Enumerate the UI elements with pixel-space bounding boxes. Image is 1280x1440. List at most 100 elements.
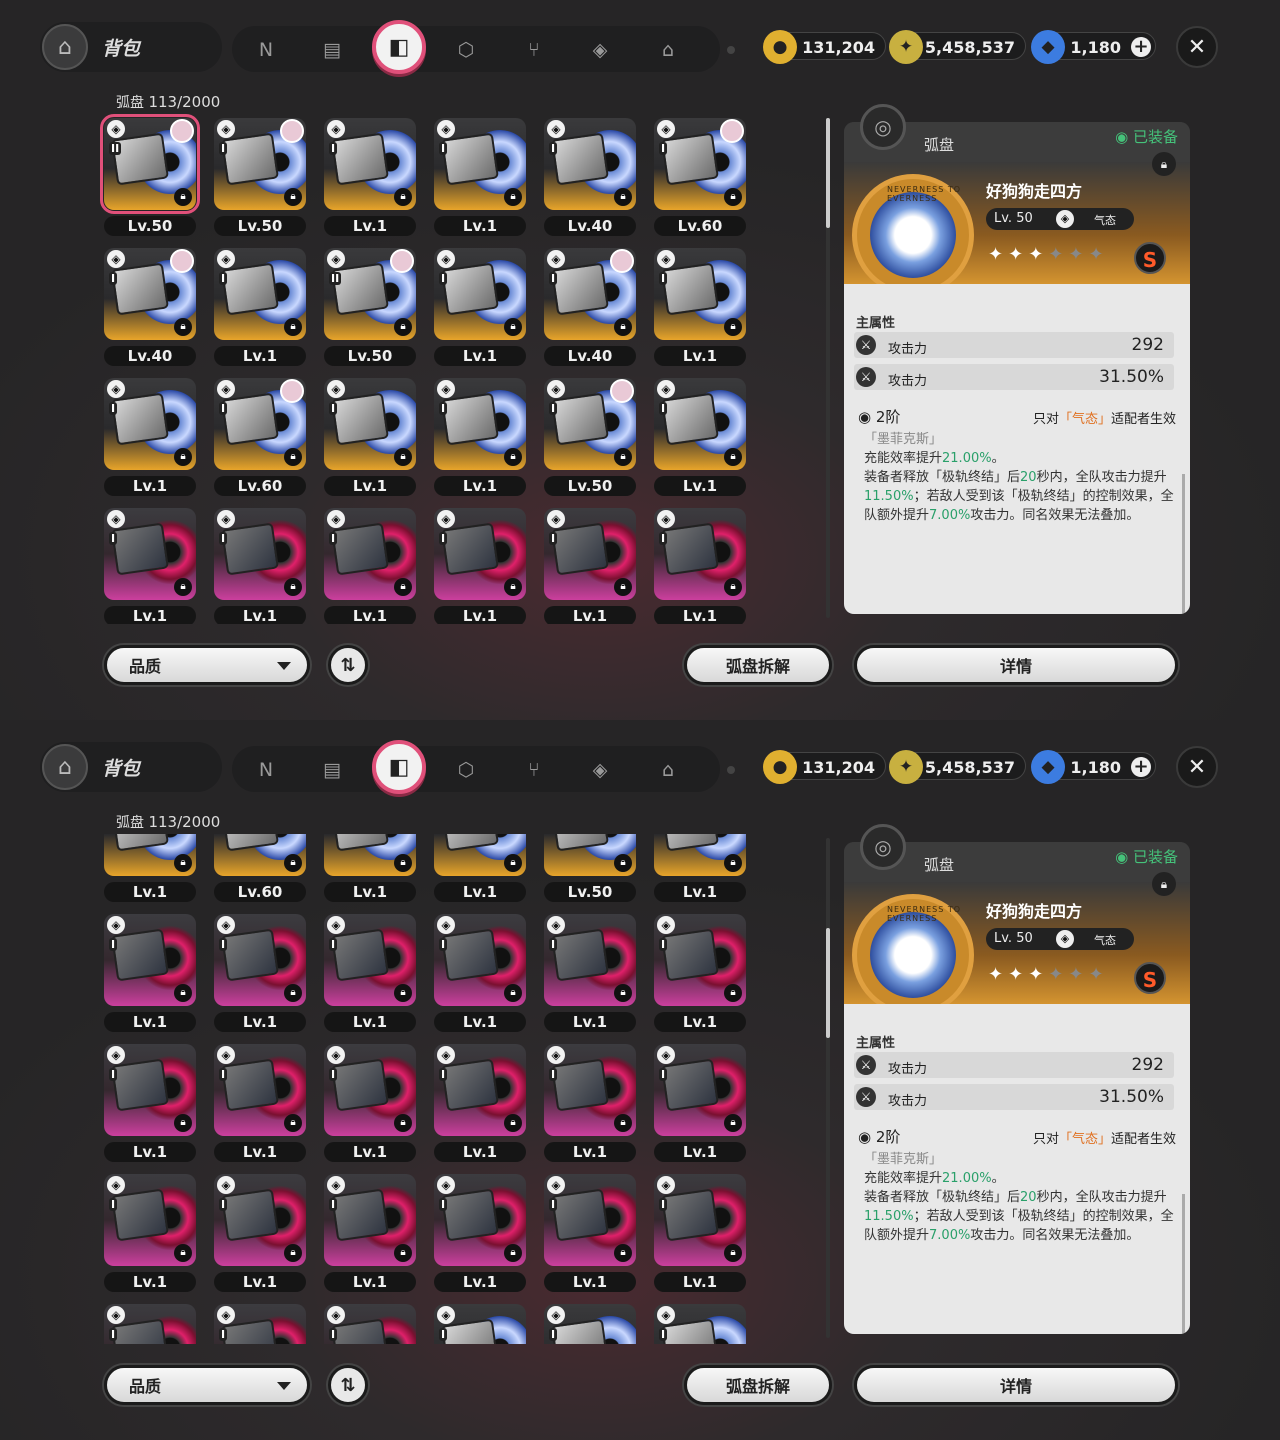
disc-card[interactable]: ◈ II 🔒︎ <box>100 114 200 214</box>
disc-card[interactable]: ◈I🔒︎ <box>434 914 526 1006</box>
add-currency-button[interactable]: + <box>1131 37 1151 57</box>
disc-card[interactable]: ◈I🔒︎ <box>544 508 636 600</box>
disc-item[interactable]: ◈I🔒︎Lv.1 <box>650 374 748 500</box>
disc-card[interactable]: ◈I🔒︎ <box>434 1044 526 1136</box>
tab-house[interactable]: ⌂ <box>652 754 684 786</box>
disc-card[interactable]: ◈I🔒︎ <box>324 834 416 876</box>
tab-cube-outline[interactable]: ◈ <box>584 34 616 66</box>
disc-card[interactable]: ◈I🔒︎ <box>544 248 636 340</box>
currency-coins[interactable]: ● 131,204 <box>763 750 886 784</box>
close-button[interactable]: ✕ <box>1176 746 1218 788</box>
sort-order-button[interactable]: ⇅ <box>328 1365 368 1405</box>
disc-card[interactable]: ◈I🔒︎ <box>434 248 526 340</box>
disc-item[interactable]: ◈I🔒︎Lv.60 <box>210 834 308 906</box>
disc-card[interactable]: ◈I🔒︎ <box>214 1304 306 1344</box>
disc-item[interactable]: ◈I🔒︎Lv.1 <box>540 504 638 624</box>
disc-item[interactable]: ◈I🔒︎Lv.1 <box>320 114 418 240</box>
disc-card[interactable]: ◈I🔒︎ <box>544 1304 636 1344</box>
tab-house[interactable]: ⌂ <box>652 34 684 66</box>
disc-card[interactable]: ◈I🔒︎ <box>104 508 196 600</box>
currency-polychrome[interactable]: ◆ 1,180 + <box>1031 750 1156 784</box>
disc-card[interactable]: ◈I🔒︎ <box>544 834 636 876</box>
sort-order-button[interactable]: ⇅ <box>328 645 368 685</box>
disc-card[interactable]: ◈I🔒︎ <box>324 508 416 600</box>
disc-item[interactable]: ◈I🔒︎Lv.1 <box>540 1170 638 1296</box>
scrollbar-thumb[interactable] <box>826 118 830 228</box>
disc-card[interactable]: ◈I🔒︎ <box>434 378 526 470</box>
details-button[interactable]: 详情 <box>854 1365 1178 1405</box>
disc-item[interactable]: ◈I🔒︎ <box>430 1300 528 1344</box>
disc-card[interactable]: ◈I🔒︎ <box>214 1044 306 1136</box>
disc-item[interactable]: ◈I🔒︎Lv.1 <box>320 910 418 1036</box>
disc-card[interactable]: ◈I🔒︎ <box>654 834 746 876</box>
disc-card[interactable]: ◈I🔒︎ <box>544 1174 636 1266</box>
disc-item[interactable]: ◈I🔒︎Lv.1 <box>100 504 198 624</box>
disc-item[interactable]: ◈I🔒︎Lv.1 <box>210 1170 308 1296</box>
disc-card[interactable]: ◈I🔒︎ <box>544 1044 636 1136</box>
disc-card[interactable]: ◈I🔒︎ <box>324 118 416 210</box>
tab-cube[interactable]: ⬡ <box>450 34 482 66</box>
disc-card[interactable]: ◈I🔒︎ <box>654 1044 746 1136</box>
disc-item[interactable]: ◈I🔒︎Lv.60 <box>210 374 308 500</box>
disc-card[interactable]: ◈I🔒︎ <box>654 508 746 600</box>
disc-card[interactable]: ◈I🔒︎ <box>544 914 636 1006</box>
disc-card[interactable]: ◈I🔒︎ <box>214 378 306 470</box>
disc-card[interactable]: ◈I🔒︎ <box>324 1174 416 1266</box>
lock-toggle-icon[interactable]: 🔒︎ <box>1152 152 1176 176</box>
disc-item[interactable]: ◈I🔒︎Lv.1 <box>430 1040 528 1166</box>
description-scrollbar[interactable] <box>1182 1194 1185 1334</box>
dismantle-button[interactable]: 弧盘拆解 <box>684 1365 832 1405</box>
disc-card[interactable]: ◈I🔒︎ <box>104 378 196 470</box>
disc-card[interactable]: ◈I🔒︎ <box>104 834 196 876</box>
disc-card[interactable]: ◈I🔒︎ <box>104 1044 196 1136</box>
close-button[interactable]: ✕ <box>1176 26 1218 68</box>
tab-disc-bag[interactable]: ◧ <box>372 20 426 74</box>
tab-n-logo[interactable]: N <box>250 34 282 66</box>
details-button[interactable]: 详情 <box>854 645 1178 685</box>
lock-toggle-icon[interactable]: 🔒︎ <box>1152 872 1176 896</box>
disc-item[interactable]: ◈I🔒︎ <box>210 1300 308 1344</box>
disc-card[interactable]: ◈I🔒︎ <box>434 118 526 210</box>
add-currency-button[interactable]: + <box>1131 757 1151 777</box>
description-scrollbar[interactable] <box>1182 474 1185 614</box>
disc-card[interactable]: ◈I🔒︎ <box>214 508 306 600</box>
dismantle-button[interactable]: 弧盘拆解 <box>684 645 832 685</box>
disc-item[interactable]: ◈ I 🔒︎ Lv.40 <box>100 244 198 370</box>
disc-item[interactable]: ◈I🔒︎Lv.1 <box>430 834 528 906</box>
disc-card[interactable]: ◈I🔒︎ <box>104 248 196 340</box>
disc-item[interactable]: ◈ I 🔒︎ Lv.40 <box>540 244 638 370</box>
disc-card[interactable]: ◈I🔒︎ <box>324 378 416 470</box>
disc-item[interactable]: ◈I🔒︎Lv.1 <box>100 910 198 1036</box>
disc-item[interactable]: ◈I🔒︎Lv.1 <box>210 504 308 624</box>
disc-card[interactable]: ◈I🔒︎ <box>434 1304 526 1344</box>
disc-item[interactable]: ◈I🔒︎ <box>320 1300 418 1344</box>
disc-item[interactable]: ◈ II 🔒︎ Lv.50 <box>320 244 418 370</box>
disc-item[interactable]: ◈I🔒︎Lv.1 <box>320 504 418 624</box>
disc-item[interactable]: ◈I🔒︎Lv.1 <box>650 1040 748 1166</box>
disc-item[interactable]: ◈ I 🔒︎ Lv.50 <box>540 374 638 500</box>
disc-card[interactable]: ◈I🔒︎ <box>214 834 306 876</box>
grid-scrollbar[interactable] <box>826 118 830 618</box>
scrollbar-thumb[interactable] <box>826 928 830 1038</box>
tab-disc-bag[interactable]: ◧ <box>372 740 426 794</box>
tab-utensils[interactable]: ⑂ <box>518 34 550 66</box>
disc-card[interactable]: ◈I🔒︎ <box>654 1304 746 1344</box>
currency-polychrome[interactable]: ◆ 1,180 + <box>1031 30 1156 64</box>
disc-item[interactable]: ◈I🔒︎Lv.1 <box>210 910 308 1036</box>
disc-card[interactable]: ◈I🔒︎ <box>214 1174 306 1266</box>
disc-item[interactable]: ◈ II 🔒︎ Lv.50 <box>100 114 200 240</box>
tab-utensils[interactable]: ⑂ <box>518 754 550 786</box>
quality-filter-select[interactable]: 品质 <box>104 1365 310 1405</box>
disc-card[interactable]: ◈I🔒︎ <box>214 118 306 210</box>
disc-card[interactable]: ◈I🔒︎ <box>654 914 746 1006</box>
disc-card[interactable]: ◈I🔒︎ <box>104 1174 196 1266</box>
disc-item[interactable]: ◈I🔒︎Lv.1 <box>430 244 528 370</box>
disc-item[interactable]: ◈I🔒︎Lv.1 <box>540 910 638 1036</box>
disc-card[interactable]: ◈I🔒︎ <box>104 914 196 1006</box>
disc-item[interactable]: ◈I🔒︎Lv.1 <box>650 910 748 1036</box>
disc-card[interactable]: ◈I🔒︎ <box>654 248 746 340</box>
disc-card[interactable]: ◈I🔒︎ <box>434 1174 526 1266</box>
disc-card[interactable]: ◈I🔒︎ <box>654 378 746 470</box>
disc-item[interactable]: ◈I🔒︎Lv.1 <box>430 910 528 1036</box>
disc-item[interactable]: ◈I🔒︎Lv.1 <box>210 244 308 370</box>
